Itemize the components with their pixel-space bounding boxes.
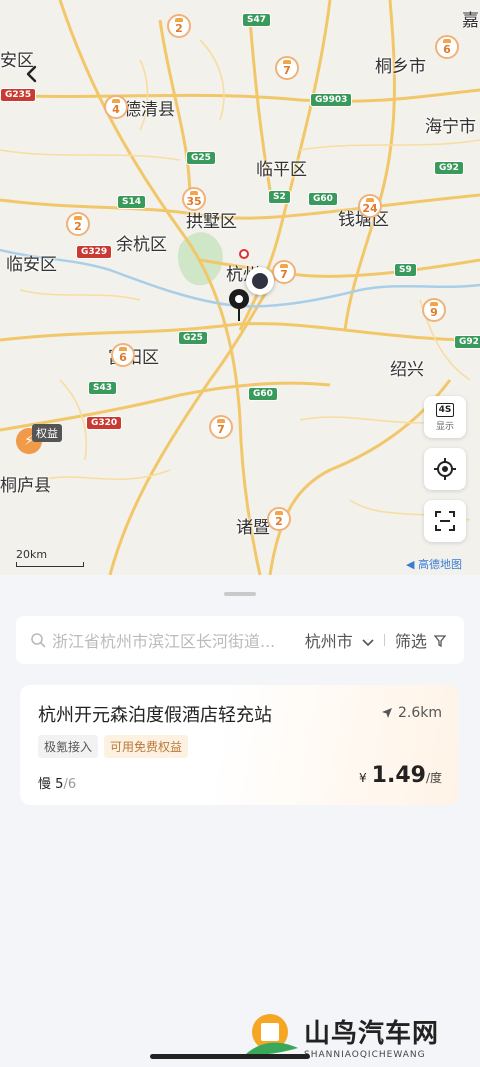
charging-station-pin[interactable]: 7 [272,260,296,284]
city-label: 临安区 [6,255,57,275]
city-label: 德清县 [124,100,175,120]
filter-icon [433,635,447,648]
drag-handle[interactable] [224,592,256,596]
amap-label: 高德地图 [418,558,462,571]
4s-icon: 4S [435,402,455,417]
watermark-subtitle: SHANNIAOQICHEWANG [304,1049,426,1060]
city-label: 余杭区 [116,235,167,255]
road-shield: S43 [88,381,118,395]
divider [383,634,385,646]
scale-label: 20km [16,548,48,561]
chevron-down-icon [362,639,374,647]
city-selector[interactable]: 杭州市 [305,628,374,652]
station-tags: 极氪接入 可用免费权益 [38,735,194,758]
city-label: 海宁市 [425,117,476,137]
slow-charger-count: 慢 5/6 [38,773,76,792]
tag: 极氪接入 [38,735,99,758]
charging-station-pin[interactable]: 24 [358,194,382,218]
map-scale: 20km [16,548,84,567]
filter-label: 筛选 [394,632,427,651]
locate-button[interactable] [424,448,466,490]
search-bar[interactable]: 浙江省杭州市滨江区长河街道... 杭州市 筛选 [16,616,464,664]
road-shield: G92 [454,335,480,349]
benefit-pin[interactable]: ⚡ 权益 [16,424,62,454]
benefit-badge: 权益 [32,424,62,442]
station-price: ¥ 1.49/度 [359,763,442,788]
station-card[interactable]: 杭州开元森泊度假酒店轻充站 2.6km 极氪接入 可用免费权益 慢 5/6 ¥ 1… [20,685,458,805]
station-distance: 2.6km [381,705,442,721]
charging-station-pin[interactable]: 35 [182,187,206,211]
city-label: 临平区 [256,160,307,180]
navigation-arrow-icon: ◀ [406,558,415,571]
road-shield: G60 [248,387,278,401]
watermark-title: 山鸟汽车网 [304,1018,440,1049]
road-shield: G92 [434,161,464,175]
road-shield: S14 [117,195,147,209]
charging-station-pin[interactable]: 2 [66,212,90,236]
home-indicator[interactable] [150,1054,310,1059]
charging-station-pin[interactable]: 9 [422,298,446,322]
charging-station-pin[interactable]: 4 [104,95,128,119]
city-center-marker [239,249,249,259]
road-shield: G25 [178,331,208,345]
charging-station-pin[interactable]: 2 [167,14,191,38]
road-shield: G25 [186,151,216,165]
road-shield: S2 [268,190,291,204]
bottom-sheet[interactable]: 浙江省杭州市滨江区长河街道... 杭州市 筛选 杭州开元森泊度假酒店轻充站 2.… [0,575,480,1067]
road-shield: G235 [0,88,37,102]
charging-station-pin[interactable]: 7 [209,415,233,439]
city-selector-label: 杭州市 [304,632,353,651]
price-value: 1.49 [371,763,426,788]
display-toggle-button[interactable]: 4S 显示 [424,396,466,438]
road-shield: G329 [76,245,113,259]
city-label: 桐乡市 [375,57,426,77]
back-button[interactable] [18,60,46,88]
amap-logo: ◀ 高德地图 [406,556,462,572]
charging-station-pin[interactable]: 6 [111,343,135,367]
city-label: 绍兴 [390,360,424,380]
charging-station-pin[interactable]: 7 [275,56,299,80]
price-unit: /度 [425,771,442,785]
search-input[interactable]: 浙江省杭州市滨江区长河街道... [52,628,297,652]
tag: 可用免费权益 [104,735,189,758]
city-label: 诸暨 [236,518,270,538]
scale-bar [16,562,84,567]
road-shield: G320 [86,416,123,430]
charging-station-pin[interactable]: 6 [435,35,459,59]
map-view[interactable]: 嘉 桐乡市 安区 德清县 海宁市 临平区 拱墅区 钱塘区 余杭区 临安区 杭州 … [0,0,480,575]
fullscreen-icon [435,511,455,531]
slow-label: 慢 [38,777,52,792]
currency: ¥ [358,771,367,785]
city-label: 桐庐县 [0,476,51,496]
station-name: 杭州开元森泊度假酒店轻充站 [38,705,272,726]
filter-button[interactable]: 筛选 [394,628,447,652]
road-shield: G9903 [310,93,353,107]
search-icon [31,633,46,648]
road-shield: S9 [394,263,417,277]
charging-station-pin[interactable]: 2 [267,507,291,531]
road-shield: S47 [242,13,272,27]
display-label: 显示 [435,421,454,432]
distance-value: 2.6km [397,705,442,721]
chevron-left-icon [26,65,37,83]
road-shield: G60 [308,192,338,206]
locate-icon [434,458,456,480]
city-label: 嘉 [462,11,479,31]
map-roads [0,0,480,575]
navigation-arrow-icon [381,708,392,718]
selected-location-pin[interactable] [229,289,251,323]
total-count: /6 [63,777,77,792]
fullscreen-button[interactable] [424,500,466,542]
